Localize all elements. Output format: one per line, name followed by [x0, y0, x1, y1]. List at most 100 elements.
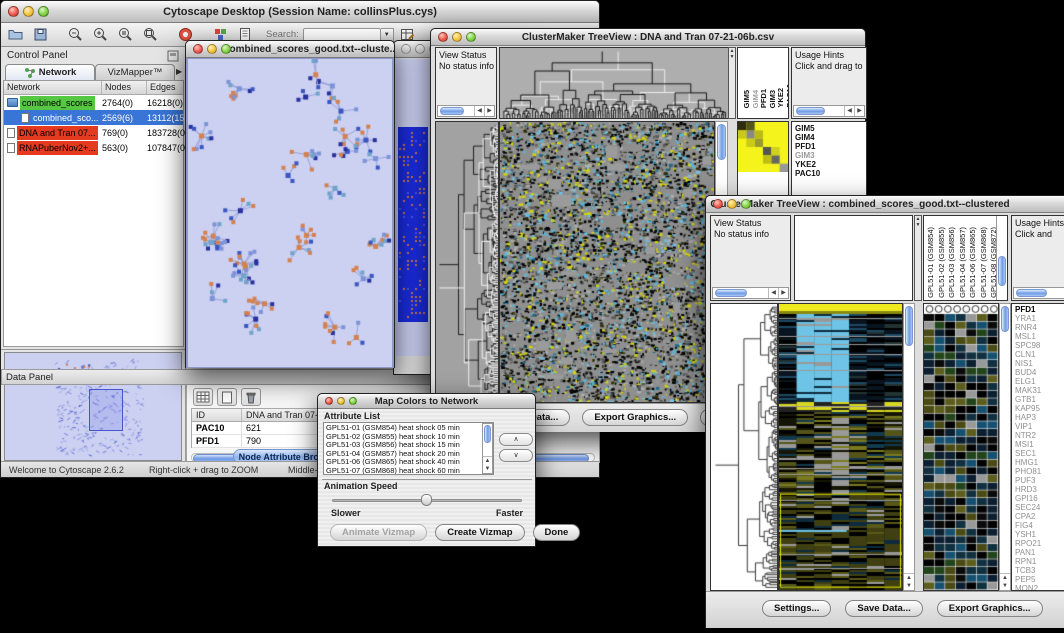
zoom-button[interactable] — [741, 199, 751, 209]
network-row[interactable]: combined_sco... 2569(6) 13112(15) — [4, 110, 183, 125]
tv2-gene-label[interactable]: FIG4 — [1015, 521, 1064, 530]
tv2-action-button[interactable]: Settings... — [762, 600, 831, 617]
minimize-button[interactable] — [337, 397, 345, 405]
tv2-gene-label[interactable]: HAP3 — [1015, 413, 1064, 422]
tv2-gene-label[interactable]: PAN1 — [1015, 548, 1064, 557]
panel-splitter[interactable] — [1, 349, 186, 350]
treeview1-titlebar[interactable]: ClusterMaker TreeView : DNA and Tran 07-… — [431, 29, 865, 46]
tv1-column-label[interactable]: YKE2 — [776, 88, 785, 108]
tv1-column-label[interactable]: PAC10 — [785, 84, 790, 108]
move-up-button[interactable]: ∧ — [499, 433, 533, 446]
tv2-gene-label[interactable]: HRD3 — [1015, 485, 1064, 494]
minimize-button[interactable] — [452, 32, 462, 42]
tv2-gene-label[interactable]: CLN1 — [1015, 350, 1064, 359]
tv2-column-label[interactable]: GPL51-01 (GSM854) — [926, 227, 937, 298]
col-nodes[interactable]: Nodes — [102, 81, 147, 94]
tv2-column-label[interactable]: GPL51-06 (GSM865) — [968, 227, 979, 298]
close-button[interactable] — [193, 44, 203, 54]
attribute-list-vscroll-thumb[interactable] — [484, 425, 491, 443]
network-row[interactable]: RNAPuberNov2+... 563(0) 107847(0) — [4, 140, 183, 155]
tv2-column-label[interactable]: GPL51-07 (GSM868) — [979, 227, 990, 298]
tv2-gene-label[interactable]: GPI16 — [1015, 494, 1064, 503]
tv2-global-heatmap-canvas[interactable] — [779, 304, 902, 590]
tv2-gene-label[interactable]: ELG1 — [1015, 377, 1064, 386]
close-button[interactable] — [438, 32, 448, 42]
zoom-selected-icon[interactable] — [114, 25, 136, 45]
tv1-column-dendrogram[interactable] — [499, 47, 729, 119]
tv2-gene-label[interactable]: PEP5 — [1015, 575, 1064, 584]
tv1-action-button[interactable]: Export Graphics... — [582, 409, 688, 426]
tv2-gene-label[interactable]: PHO81 — [1015, 467, 1064, 476]
close-button[interactable] — [401, 44, 411, 54]
zoom-fit-icon[interactable] — [139, 25, 161, 45]
tv2-gene-label[interactable]: NTR2 — [1015, 431, 1064, 440]
tv2-usage-hints-scrollbar[interactable] — [1013, 287, 1064, 299]
animation-slider-thumb[interactable] — [421, 494, 432, 506]
create-vizmap-button[interactable]: Create Vizmap — [435, 524, 524, 541]
tv1-global-heatmap[interactable] — [499, 121, 715, 403]
tv1-column-scroll-strip[interactable]: ▲▼ — [728, 47, 736, 119]
network-view-titlebar[interactable]: combined_scores_good.txt--cluste... — [186, 41, 394, 58]
move-down-button[interactable]: ∨ — [499, 449, 533, 462]
save-icon[interactable] — [29, 25, 51, 45]
zoom-button[interactable] — [221, 44, 231, 54]
zoom-button[interactable] — [349, 397, 357, 405]
tv2-gene-label[interactable]: SEC24 — [1015, 503, 1064, 512]
dense-network-canvas[interactable] — [398, 127, 428, 322]
tv1-column-label[interactable]: GIM3 — [768, 90, 777, 108]
tv1-gene-label[interactable]: YKE2 — [795, 160, 865, 169]
tv1-global-heatmap-canvas[interactable] — [500, 122, 714, 402]
tv2-gene-label[interactable]: SEC1 — [1015, 449, 1064, 458]
col-edges[interactable]: Edges — [147, 81, 183, 94]
tv2-heatmap-vscroll[interactable] — [903, 303, 915, 591]
tv2-gene-label[interactable]: GTB1 — [1015, 395, 1064, 404]
tv2-column-scroll-strip[interactable]: ▲▼ — [914, 215, 922, 301]
tv2-column-label[interactable]: GPL51-02 (GSM855) — [937, 227, 948, 298]
open-file-icon[interactable] — [4, 25, 26, 45]
network-row[interactable]: DNA and Tran 07... 769(0) 183728(0) — [4, 125, 183, 140]
attribute-list-vscroll[interactable] — [482, 423, 493, 474]
minimize-button[interactable] — [727, 199, 737, 209]
tv2-gene-label[interactable]: RNR4 — [1015, 323, 1064, 332]
tv2-gene-label[interactable]: PUF3 — [1015, 476, 1064, 485]
tv2-gene-label[interactable]: NIS1 — [1015, 359, 1064, 368]
tv2-gene-label[interactable]: SPC98 — [1015, 341, 1064, 350]
tv2-row-dendrogram-canvas[interactable] — [711, 304, 777, 590]
attribute-list-item[interactable]: GPL51-07 (GSM868) heat shock 60 min — [326, 467, 491, 475]
animate-vizmap-button[interactable]: Animate Vizmap — [330, 524, 427, 541]
id-column-header[interactable]: ID — [192, 409, 242, 421]
network-list-header[interactable]: Network Nodes Edges — [4, 81, 183, 95]
network-row[interactable]: combined_scores 2764(0) 16218(0) — [4, 95, 183, 110]
col-network[interactable]: Network — [4, 81, 102, 94]
tv1-gene-label[interactable]: GIM5 — [795, 124, 865, 133]
tv2-global-heatmap[interactable] — [778, 303, 903, 591]
minimize-button[interactable] — [23, 6, 34, 17]
tv2-zoom-vscroll[interactable] — [999, 303, 1011, 591]
tv1-column-label[interactable]: PFD1 — [759, 89, 768, 108]
tv1-column-label[interactable]: GIM5 — [742, 90, 751, 108]
tab-vizmapper[interactable]: VizMapper™ — [95, 64, 175, 80]
table-mode-icon[interactable] — [193, 388, 213, 406]
tv2-gene-label[interactable]: CPA2 — [1015, 512, 1064, 521]
tv1-zoom-heatmap-canvas[interactable] — [738, 122, 788, 172]
tv1-view-status-scrollbar[interactable] — [437, 105, 495, 117]
dialog-titlebar[interactable]: Map Colors to Network — [318, 394, 535, 409]
tv2-gene-label[interactable]: MSI1 — [1015, 440, 1064, 449]
new-attribute-icon[interactable] — [217, 388, 237, 406]
birdseye-viewport-rect[interactable] — [89, 389, 123, 431]
tv1-gene-label[interactable]: PFD1 — [795, 142, 865, 151]
zoom-in-icon[interactable] — [89, 25, 111, 45]
minimize-button[interactable] — [207, 44, 217, 54]
tv2-heatmap-vscroll-thumb[interactable] — [905, 306, 913, 346]
tv2-gene-label[interactable]: KAP95 — [1015, 404, 1064, 413]
tv2-gene-label[interactable]: VIP1 — [1015, 422, 1064, 431]
tv2-gene-label[interactable]: RPN1 — [1015, 557, 1064, 566]
tv2-gene-label[interactable]: YSH1 — [1015, 530, 1064, 539]
minimize-button[interactable] — [415, 44, 425, 54]
tv2-gene-label[interactable]: MON2 — [1015, 584, 1064, 591]
tv1-row-dendrogram-canvas[interactable] — [436, 122, 498, 402]
tv1-column-label[interactable]: GIM4 — [751, 90, 760, 108]
tab-network[interactable]: Network — [5, 64, 95, 80]
tv2-gene-label[interactable]: BUD4 — [1015, 368, 1064, 377]
treeview2-titlebar[interactable]: ClusterMaker TreeView : combined_scores_… — [706, 196, 1064, 213]
